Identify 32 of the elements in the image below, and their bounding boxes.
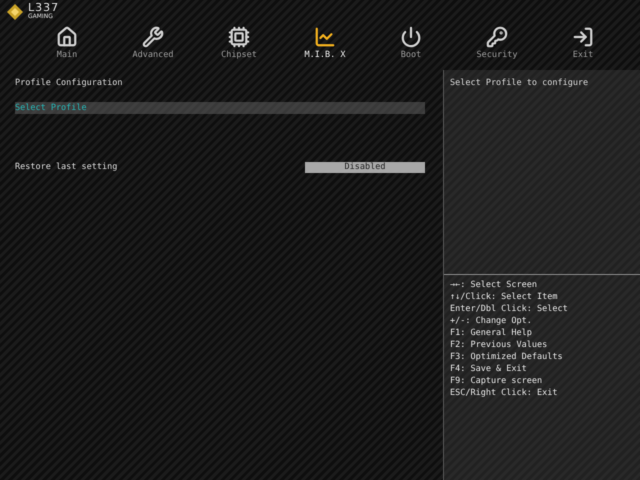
help-text: Select Profile to configure — [449, 78, 590, 90]
wrench-icon — [142, 26, 164, 48]
key-help-line: F3: Optimized Defaults — [449, 351, 564, 363]
logo-name: L337 — [28, 3, 60, 12]
setting-value[interactable]: Disabled — [305, 162, 425, 172]
chart-icon — [314, 26, 336, 48]
key-icon — [486, 26, 508, 48]
menu-tab[interactable]: Chipset — [204, 26, 274, 60]
key-help-line: F9: Capture screen — [449, 375, 544, 387]
menu-tab[interactable]: Boot — [376, 26, 446, 60]
key-help-line: F1: General Help — [449, 327, 533, 339]
menu-tab[interactable]: Security — [462, 26, 532, 60]
setting-row[interactable]: Restore last setting Disabled — [15, 161, 425, 173]
home-icon — [56, 26, 78, 48]
logo-icon — [6, 3, 24, 21]
key-help-line: F2: Previous Values — [449, 339, 548, 351]
exit-icon — [572, 26, 594, 48]
key-help-line: ↑↓/Click: Select Item — [449, 291, 558, 303]
menu-tab[interactable]: Exit — [548, 26, 618, 60]
key-help-line: →←: Select Screen — [449, 279, 538, 291]
setting-label: Restore last setting — [15, 162, 118, 172]
menu-tab[interactable]: Main — [32, 26, 102, 60]
key-help-line: +/-: Change Opt. — [449, 315, 533, 327]
menu-tab[interactable]: M.I.B. X — [290, 26, 360, 60]
submenu-item[interactable]: Select Profile — [15, 102, 425, 114]
key-help-line: F4: Save & Exit — [449, 363, 528, 375]
power-icon — [400, 26, 422, 48]
key-help-line: Enter/Dbl Click: Select — [449, 303, 569, 315]
section-title: Profile Configuration — [15, 78, 124, 90]
menu-tab[interactable]: Advanced — [118, 26, 188, 60]
chip-icon — [228, 26, 250, 48]
key-help-line: ESC/Right Click: Exit — [449, 387, 558, 399]
